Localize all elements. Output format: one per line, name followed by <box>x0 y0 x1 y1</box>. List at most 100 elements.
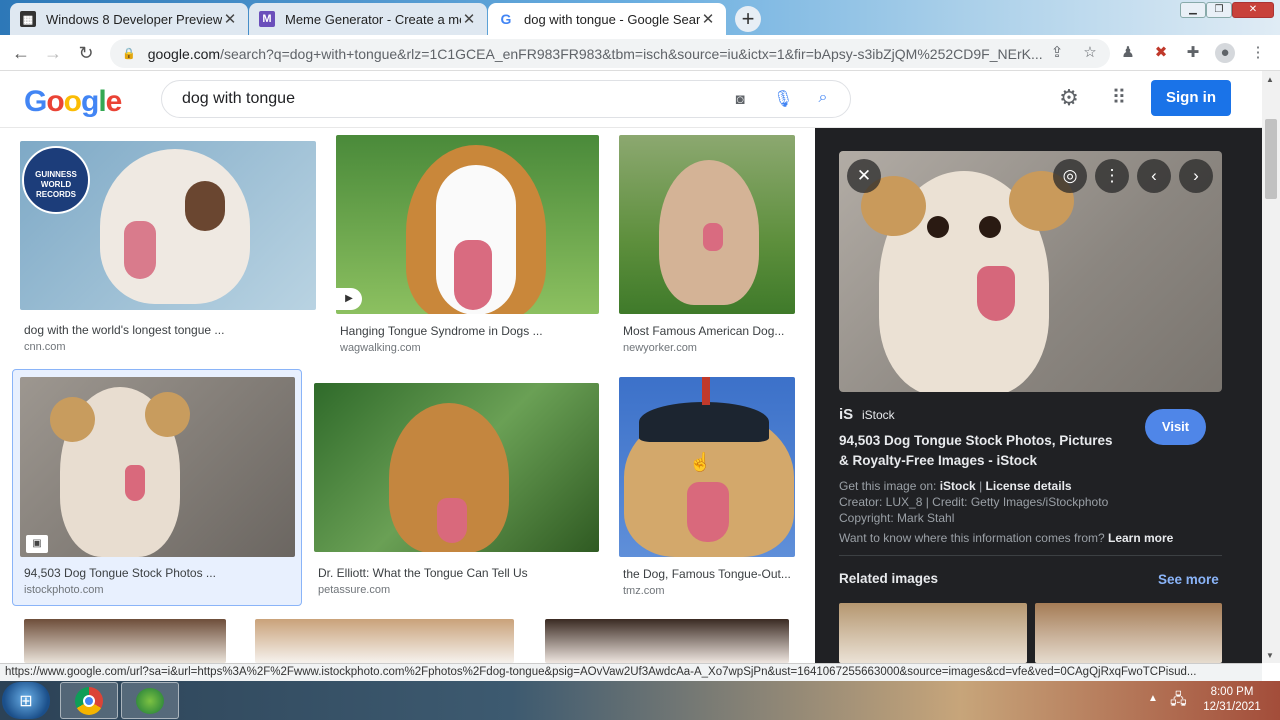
learn-more-link[interactable]: Learn more <box>1108 531 1173 545</box>
guinness-logo: GUINNESS WORLD RECORDS <box>22 146 90 214</box>
result-thumbnail[interactable] <box>314 383 599 552</box>
site-name: iStock <box>862 408 895 422</box>
image-icon: ▣ <box>26 535 48 553</box>
result-source: petassure.com <box>318 584 391 596</box>
copyright: Copyright: Mark Stahl <box>839 511 955 525</box>
result-caption: dog with the world's longest tongue ... <box>24 323 225 337</box>
tab-title: Windows 8 Developer Preview (3 <box>46 11 222 27</box>
tab-title: Meme Generator - Create a mem <box>285 11 461 27</box>
close-icon[interactable]: ✕ <box>461 10 477 28</box>
tray-up-arrow-icon[interactable]: ▲ <box>1148 693 1158 704</box>
reload-icon[interactable]: ↻ <box>73 41 99 65</box>
minimize-button[interactable]: ▁ <box>1180 2 1206 18</box>
network-icon[interactable]: 🖧 <box>1170 689 1187 714</box>
result-card-istock-selected[interactable]: ▣ 94,503 Dog Tongue Stock Photos ... ist… <box>12 369 302 606</box>
result-card-wagwalking[interactable]: ▶ Hanging Tongue Syndrome in Dogs ... wa… <box>336 135 599 359</box>
scroll-down-icon[interactable]: ▼ <box>1266 651 1274 660</box>
back-icon[interactable]: ← <box>8 41 34 65</box>
forward-icon[interactable]: → <box>40 41 66 65</box>
address-bar[interactable]: 🔒 google.com/search?q=dog+with+tongue&rl… <box>110 39 1110 68</box>
result-thumbnail[interactable]: ☝ <box>619 377 795 557</box>
scrollbar-thumb[interactable] <box>1265 119 1277 199</box>
google-logo[interactable]: Google <box>24 85 122 119</box>
microphone-icon[interactable]: 🎙 <box>773 89 793 109</box>
lock-icon: 🔒 <box>122 48 136 60</box>
tab-title: dog with tongue - Google Searc <box>524 11 700 27</box>
next-image-icon[interactable]: › <box>1179 159 1213 193</box>
istock-link[interactable]: iStock <box>940 479 976 493</box>
chrome-icon <box>75 686 103 715</box>
result-source: tmz.com <box>623 585 665 597</box>
result-card-petassure[interactable]: Dr. Elliott: What the Tongue Can Tell Us… <box>314 383 599 606</box>
extensions-puzzle-icon[interactable]: ✚ <box>1183 43 1203 63</box>
related-image[interactable] <box>1035 603 1222 663</box>
related-images-heading: Related images <box>839 571 939 586</box>
app-globe-icon <box>136 687 164 714</box>
close-icon[interactable]: ✕ <box>222 10 238 28</box>
result-card-newyorker[interactable]: Most Famous American Dog... newyorker.co… <box>619 135 795 359</box>
istock-logo: iS <box>839 406 854 423</box>
result-thumbnail[interactable]: ▣ <box>20 377 295 557</box>
apps-grid-icon[interactable]: ⠿ <box>1107 86 1131 110</box>
result-source: istockphoto.com <box>24 584 104 596</box>
result-source: cnn.com <box>24 341 66 353</box>
result-thumbnail[interactable] <box>619 135 795 314</box>
more-options-icon[interactable]: ⋮ <box>1095 159 1129 193</box>
result-card-tmz[interactable]: ☝ the Dog, Famous Tongue-Out... tmz.com <box>619 377 795 606</box>
google-g-icon: G <box>500 11 512 27</box>
extension-person-icon[interactable]: ♟ <box>1118 43 1138 63</box>
result-thumbnail-partial[interactable] <box>255 619 514 663</box>
visit-button[interactable]: Visit <box>1145 409 1206 445</box>
profile-avatar-icon[interactable]: ● <box>1215 43 1235 63</box>
link-status-bar: https://www.google.com/url?sa=i&url=http… <box>0 663 1262 681</box>
creator-credit: Creator: LUX_8 | Credit: Getty Images/iS… <box>839 495 1109 509</box>
meme-icon: M <box>259 11 275 27</box>
result-source: wagwalking.com <box>340 342 421 354</box>
chrome-taskbar-button[interactable] <box>60 682 118 719</box>
windows-start-button[interactable]: ⊞ <box>2 682 50 719</box>
system-clock[interactable]: 8:00 PM 12/31/2021 <box>1192 685 1272 715</box>
image-preview-panel: ✕ ◎ ⋮ ‹ › iS iStock Visit 94,503 Dog Ton… <box>815 128 1262 663</box>
new-tab-button[interactable]: + <box>735 6 761 32</box>
close-icon[interactable]: ✕ <box>700 10 716 28</box>
result-thumbnail[interactable]: GUINNESS WORLD RECORDS <box>20 141 316 310</box>
license-details-link[interactable]: License details <box>986 479 1072 493</box>
google-header: Google dog with tongue ◙ 🎙 ⌕ ⚙ ⠿ Sign in <box>0 71 1262 128</box>
image-title[interactable]: 94,503 Dog Tongue Stock Photos, Pictures… <box>839 431 1113 471</box>
app-taskbar-button[interactable] <box>121 682 179 719</box>
clock-time: 8:00 PM <box>1210 686 1254 698</box>
result-caption: Dr. Elliott: What the Tongue Can Tell Us <box>318 566 528 580</box>
ie-page-icon: ▦ <box>20 11 36 27</box>
menu-kebab-icon[interactable]: ⋮ <box>1248 43 1268 63</box>
close-preview-icon[interactable]: ✕ <box>847 159 881 193</box>
sign-in-button[interactable]: Sign in <box>1151 80 1231 116</box>
camera-icon[interactable]: ◙ <box>731 91 749 108</box>
maximize-button[interactable]: ❐ <box>1206 2 1232 18</box>
get-image-line: Get this image on: iStock | License deta… <box>839 479 1072 493</box>
tab-google-search[interactable]: G dog with tongue - Google Searc ✕ <box>488 3 726 35</box>
result-thumbnail[interactable]: ▶ <box>336 135 599 314</box>
bookmark-star-icon[interactable]: ☆ <box>1080 43 1100 63</box>
tab-windows8[interactable]: ▦ Windows 8 Developer Preview (3 ✕ <box>10 3 248 35</box>
scroll-up-icon[interactable]: ▲ <box>1266 75 1274 84</box>
result-caption: 94,503 Dog Tongue Stock Photos ... <box>24 566 216 580</box>
result-thumbnail-partial[interactable] <box>545 619 789 663</box>
window-close-button[interactable]: ✕ <box>1232 2 1274 18</box>
share-icon[interactable]: ⇪ <box>1047 43 1067 63</box>
previous-image-icon[interactable]: ‹ <box>1137 159 1171 193</box>
lens-search-icon[interactable]: ◎ <box>1053 159 1087 193</box>
url-text: google.com/search?q=dog+with+tongue&rlz=… <box>147 45 1043 62</box>
info-question: Want to know where this information come… <box>839 531 1174 545</box>
see-more-link[interactable]: See more <box>1158 572 1219 587</box>
search-icon[interactable]: ⌕ <box>813 89 833 109</box>
result-card-cnn[interactable]: GUINNESS WORLD RECORDS dog with the world'… <box>20 141 316 359</box>
related-image[interactable] <box>839 603 1027 663</box>
settings-gear-icon[interactable]: ⚙ <box>1057 86 1081 110</box>
hand-cursor-icon: ☝ <box>689 452 712 472</box>
result-thumbnail-partial[interactable] <box>24 619 226 663</box>
tab-strip: ▦ Windows 8 Developer Preview (3 ✕ M Mem… <box>0 0 1280 35</box>
extension-red-icon[interactable]: ✖ <box>1151 43 1171 63</box>
tab-meme-generator[interactable]: M Meme Generator - Create a mem ✕ <box>249 3 487 35</box>
vertical-scrollbar[interactable]: ▲ ▼ <box>1262 71 1280 663</box>
result-caption: the Dog, Famous Tongue-Out... <box>623 567 791 581</box>
